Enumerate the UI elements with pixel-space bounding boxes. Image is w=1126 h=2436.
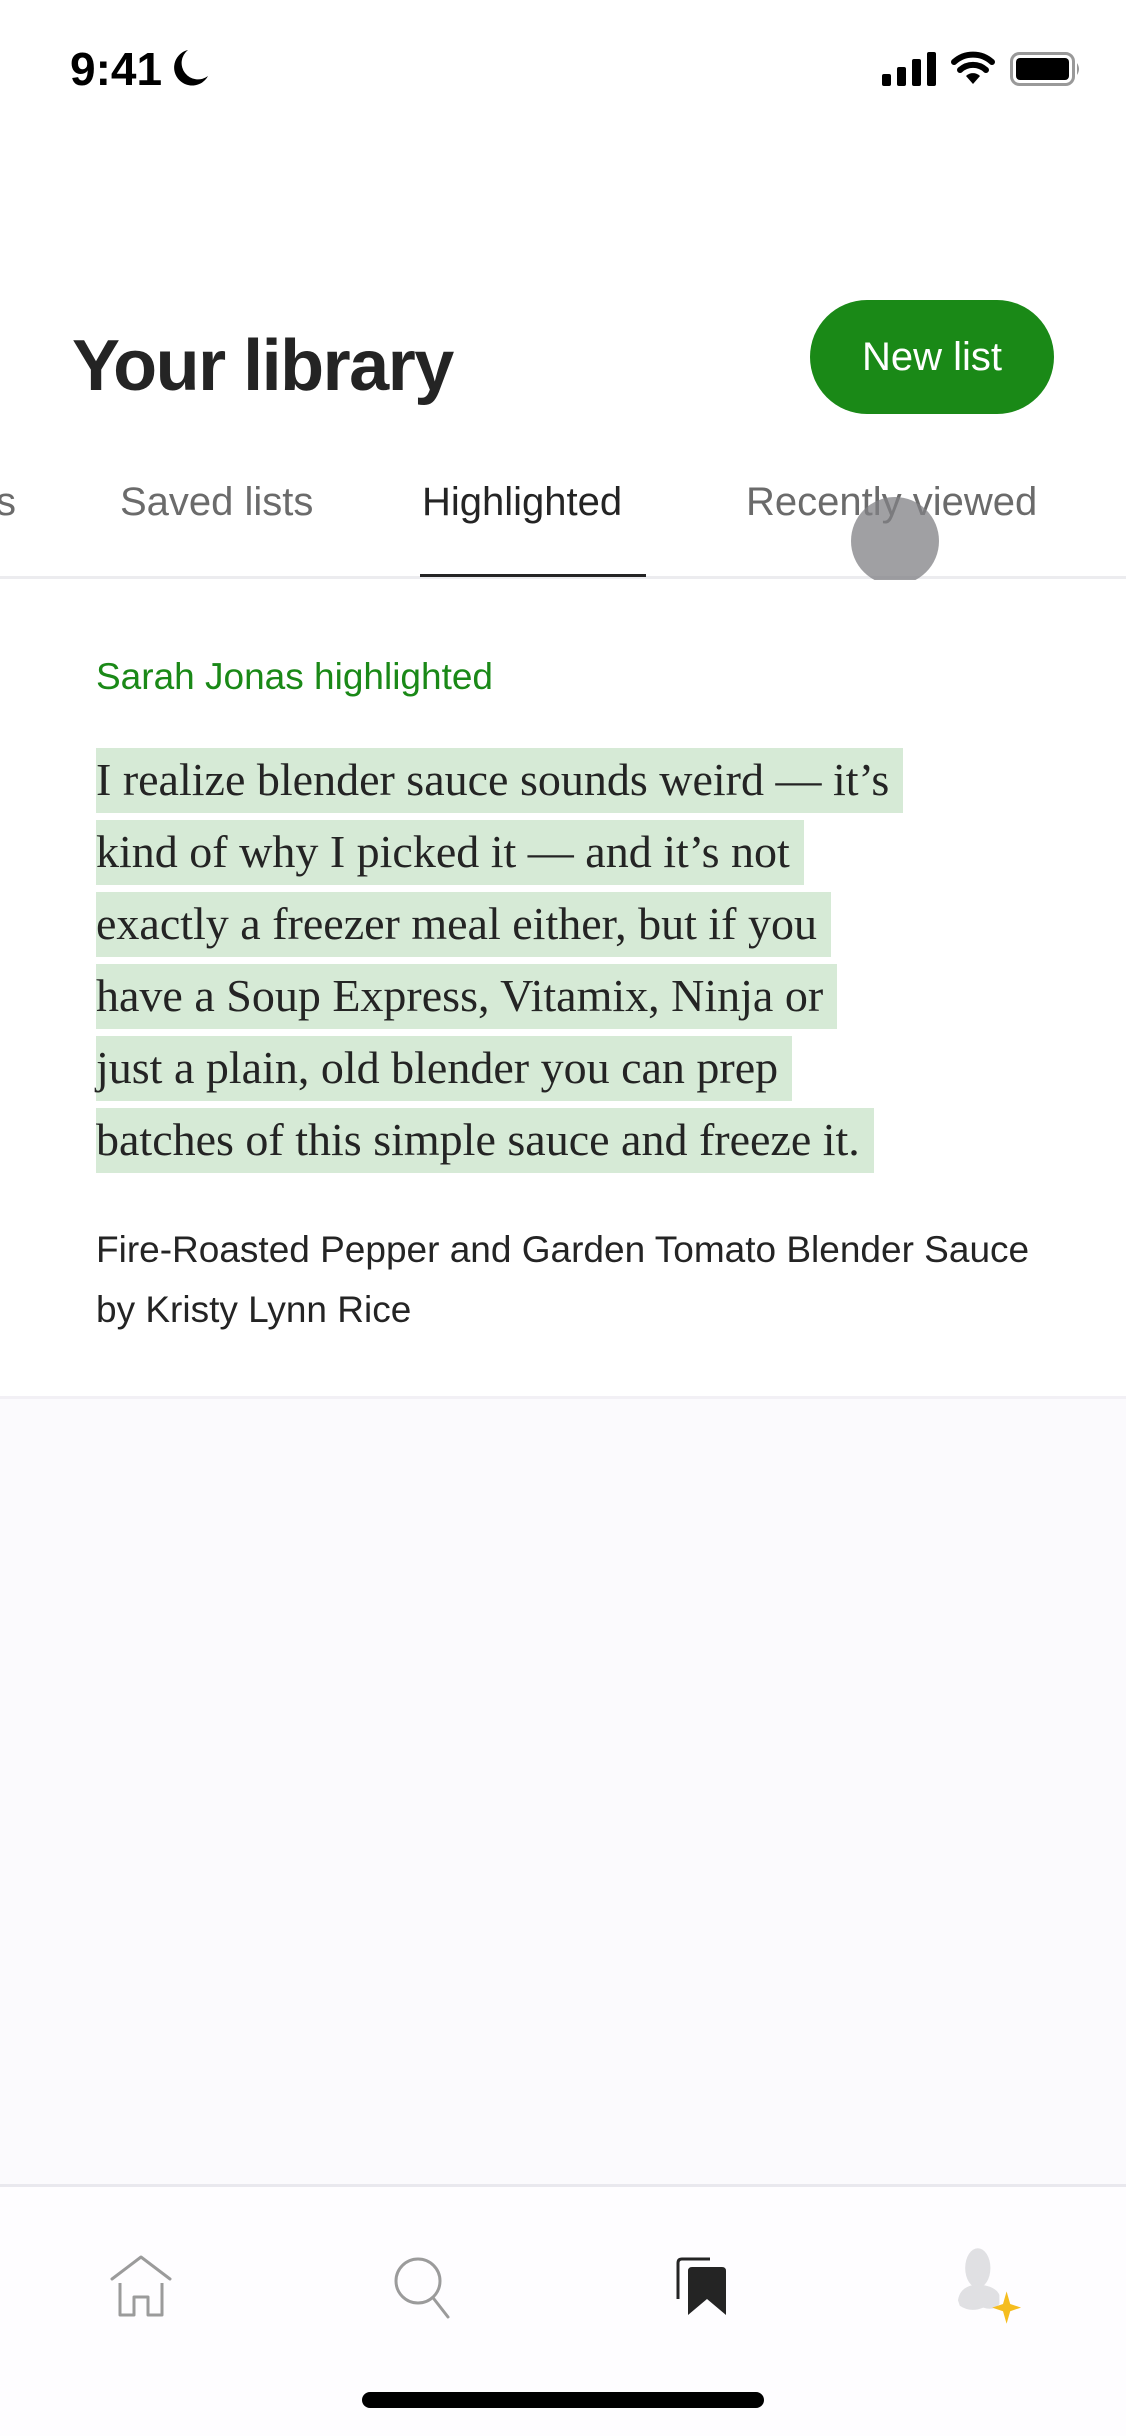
quote-line-text: batches of this simple sauce and freeze …: [96, 1108, 874, 1173]
tab-your-lists[interactable]: s: [0, 480, 16, 525]
touch-indicator: [851, 497, 939, 585]
quote-line-text: kind of why I picked it — and it’s not: [96, 820, 804, 885]
empty-content-area: [0, 1399, 1126, 2186]
moon-icon: [174, 50, 208, 86]
search-icon: [394, 2257, 450, 2319]
status-bar: 9:41: [0, 0, 1126, 140]
nav-library[interactable]: [658, 2241, 748, 2331]
quote-line-text: I realize blender sauce sounds weird — i…: [96, 748, 904, 813]
cellular-signal-icon: [882, 52, 936, 86]
active-tab-indicator: [420, 574, 646, 577]
quote-line: exactly a freezer meal either, but if yo…: [96, 888, 1036, 960]
battery-icon: [1010, 52, 1079, 86]
new-list-button[interactable]: New list: [810, 300, 1054, 414]
quote-line: have a Soup Express, Vitamix, Ninja or: [96, 960, 1036, 1032]
quote-line: I realize blender sauce sounds weird — i…: [96, 744, 1036, 816]
home-icon: [110, 2255, 172, 2317]
nav-profile[interactable]: [940, 2241, 1030, 2331]
quote-line-text: exactly a freezer meal either, but if yo…: [96, 892, 831, 957]
profile-icon: [958, 2248, 1021, 2324]
bookmarks-icon: [676, 2257, 726, 2315]
wifi-icon: [951, 51, 995, 84]
page-title: Your library: [72, 326, 454, 406]
library-tabs: s Saved lists Highlighted Recently viewe…: [0, 460, 1126, 580]
quote-line: batches of this simple sauce and freeze …: [96, 1104, 1036, 1176]
nav-search[interactable]: [378, 2241, 468, 2331]
highlighted-quote: I realize blender sauce sounds weird — i…: [96, 744, 1036, 1176]
story-source-link[interactable]: Fire-Roasted Pepper and Garden Tomato Bl…: [96, 1220, 1056, 1340]
quote-line: kind of why I picked it — and it’s not: [96, 816, 1036, 888]
highlight-card[interactable]: Sarah Jonas highlighted I realize blende…: [0, 580, 1126, 1398]
highlighter-label: Sarah Jonas highlighted: [96, 656, 494, 697]
quote-line-text: have a Soup Express, Vitamix, Ninja or: [96, 964, 838, 1029]
tab-highlighted[interactable]: Highlighted: [422, 480, 622, 525]
nav-home[interactable]: [96, 2241, 186, 2331]
status-time: 9:41: [70, 43, 163, 95]
quote-line: just a plain, old blender you can prep: [96, 1032, 1036, 1104]
home-indicator[interactable]: [362, 2392, 764, 2408]
tab-saved-lists[interactable]: Saved lists: [120, 480, 313, 525]
quote-line-text: just a plain, old blender you can prep: [96, 1036, 793, 1101]
